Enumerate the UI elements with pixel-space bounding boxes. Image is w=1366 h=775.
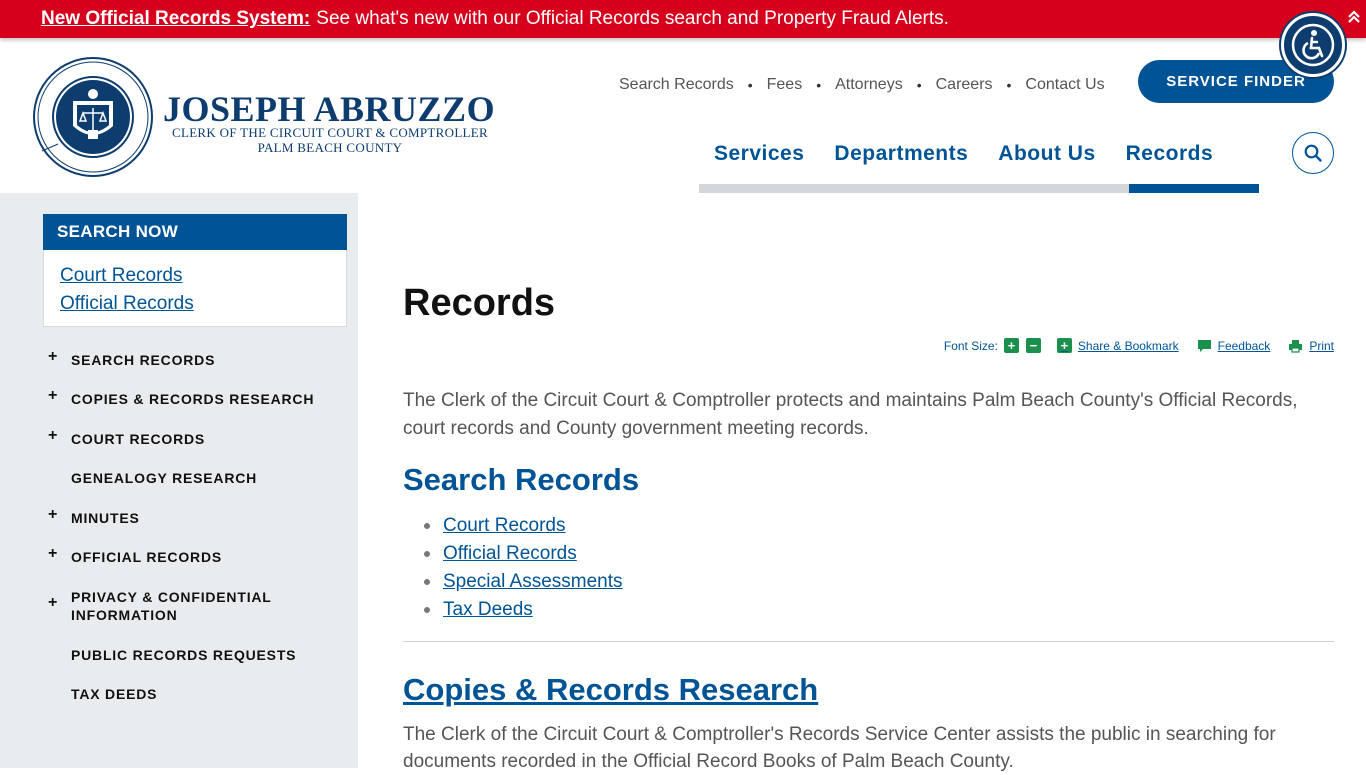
sidebar-item-label: COPIES & RECORDS RESEARCH [71,391,315,407]
font-increase-button[interactable]: + [1003,338,1019,353]
search-now-box: SEARCH NOW Court Records Official Record… [43,214,347,327]
page-tools: Font Size: + − + Share & Bookmark Feedba… [944,338,1334,353]
search-button[interactable] [1292,132,1334,174]
print-link[interactable]: Print [1288,339,1334,353]
double-chevron-up-icon[interactable] [1348,10,1360,29]
search-now-links: Court Records Official Records [43,250,347,327]
search-records-heading: Search Records [403,462,640,497]
brand-subtitle-line-2: PALM BEACH COUNTY [257,140,403,155]
expand-plus-icon[interactable]: + [48,545,58,563]
printer-icon [1289,339,1303,353]
sidebar-item-label: OFFICIAL RECORDS [71,549,222,565]
copies-research-heading-link[interactable]: Copies & Records Research [403,672,818,708]
sidebar: SEARCH NOW Court Records Official Record… [0,193,358,768]
sidebar-item-court-records[interactable]: + COURT RECORDS [43,427,206,448]
utility-nav: Search Records • Fees • Attorneys • Care… [619,76,1105,94]
share-bookmark-label: Share & Bookmark [1077,338,1179,353]
sidebar-item-copies-records-research[interactable]: + COPIES & RECORDS RESEARCH [43,387,315,408]
brand-name: JOSEPH ABRUZZO [163,89,496,129]
share-bookmark-link[interactable]: + Share & Bookmark [1056,338,1179,353]
brand-subtitle: CLERK OF THE CIRCUIT COURT & COMPTROLLER… [167,125,493,155]
list-item: Tax Deeds [424,596,623,624]
list-item: Court Records [424,512,623,540]
sidebar-item-label: PRIVACY & CONFIDENTIAL INFORMATION [71,589,272,623]
alert-link[interactable]: New Official Records System: [41,8,310,30]
utility-link-attorneys[interactable]: Attorneys [835,76,903,94]
utility-link-fees[interactable]: Fees [767,76,803,94]
site-header: JOSEPH ABRUZZO CLERK OF THE CIRCUIT COUR… [0,38,1366,193]
sidebar-item-privacy-confidential[interactable]: + PRIVACY & CONFIDENTIAL INFORMATION [43,588,303,624]
feedback-label: Feedback [1217,338,1271,353]
link-court-records[interactable]: Court Records [443,515,566,536]
sidebar-item-official-records[interactable]: + OFFICIAL RECORDS [43,545,222,566]
nav-separator: • [916,77,922,93]
sidebar-item-label: SEARCH RECORDS [71,352,216,368]
feedback-link[interactable]: Feedback [1197,338,1271,353]
list-item: Special Assessments [424,568,623,596]
nav-separator: • [816,77,822,93]
font-size-label: Font Size: [943,338,998,353]
sidebar-item-label: MINUTES [71,510,140,526]
alert-text: See what's new with our Official Records… [316,8,949,29]
search-now-official-records[interactable]: Official Records [60,290,330,318]
print-label: Print [1309,338,1334,353]
sidebar-item-search-records[interactable]: + SEARCH RECORDS [43,348,216,369]
sidebar-item-label: PUBLIC RECORDS REQUESTS [71,647,297,663]
expand-plus-icon[interactable]: + [48,348,58,366]
utility-link-careers[interactable]: Careers [936,76,993,94]
expand-plus-icon[interactable]: + [48,387,58,405]
link-official-records[interactable]: Official Records [443,543,577,564]
section-divider [403,641,1334,642]
plus-square-icon: + [1056,338,1072,353]
list-item: Official Records [424,540,623,568]
page-title: Records [403,282,556,324]
nav-active-indicator [1129,184,1259,193]
accessibility-button[interactable] [1281,13,1345,77]
search-icon [1304,144,1322,162]
sidebar-item-minutes[interactable]: + MINUTES [43,506,140,527]
link-special-assessments[interactable]: Special Assessments [443,571,623,592]
link-tax-deeds[interactable]: Tax Deeds [443,599,533,620]
intro-paragraph: The Clerk of the Circuit Court & Comptro… [403,390,1298,439]
sidebar-item-label: GENEALOGY RESEARCH [71,470,258,486]
brand-subtitle-line-1: CLERK OF THE CIRCUIT COURT & COMPTROLLER [171,125,489,140]
sidebar-item-genealogy-research[interactable]: GENEALOGY RESEARCH [43,469,257,487]
search-now-title: SEARCH NOW [43,214,347,250]
nav-separator: • [1006,77,1012,93]
expand-plus-icon[interactable]: + [48,427,58,445]
clerk-seal-logo[interactable] [32,56,154,178]
nav-separator: • [747,77,753,93]
expand-plus-icon[interactable]: + [48,594,58,612]
search-now-court-records[interactable]: Court Records [60,262,330,290]
utility-link-contact-us[interactable]: Contact Us [1025,76,1104,94]
wheelchair-accessibility-icon [1291,23,1335,67]
utility-link-search-records[interactable]: Search Records [619,76,734,94]
copies-research-paragraph: The Clerk of the Circuit Court & Comptro… [403,724,1276,772]
search-records-list: Court Records Official Records Special A… [424,512,623,624]
expand-plus-icon[interactable]: + [48,506,58,524]
alert-banner: New Official Records System: See what's … [0,0,1366,38]
sidebar-item-public-records-requests[interactable]: PUBLIC RECORDS REQUESTS [43,646,296,664]
sidebar-item-label: COURT RECORDS [71,431,206,447]
speech-bubble-icon [1197,339,1211,352]
sidebar-item-label: TAX DEEDS [71,686,158,702]
sidebar-item-tax-deeds[interactable]: TAX DEEDS [43,685,157,703]
font-decrease-button[interactable]: − [1025,338,1041,353]
